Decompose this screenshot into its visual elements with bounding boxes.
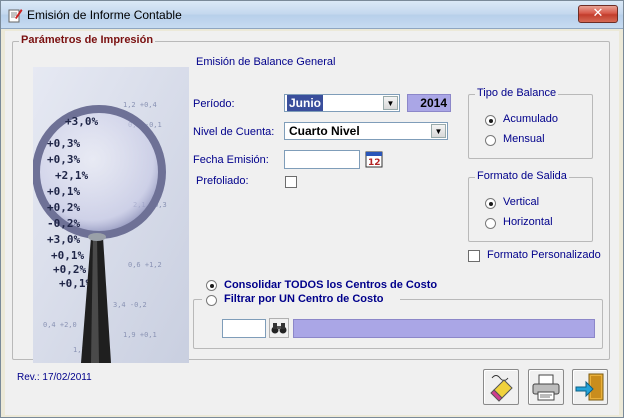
svg-text:+3,0%: +3,0%: [47, 233, 80, 246]
periodo-label: Período:: [193, 98, 235, 110]
svg-text:0,6 +1,2: 0,6 +1,2: [128, 261, 162, 269]
centro-name-display: [293, 319, 595, 338]
svg-text:1,2 +0,4: 1,2 +0,4: [123, 101, 157, 109]
filtrar-radio[interactable]: [206, 295, 217, 306]
svg-text:+0,2%: +0,2%: [47, 201, 80, 214]
nivel-label: Nivel de Cuenta:: [193, 126, 275, 138]
svg-text:3,4 -0,2: 3,4 -0,2: [113, 301, 147, 309]
svg-text:-0,2%: -0,2%: [47, 217, 80, 230]
chevron-down-icon[interactable]: ▼: [383, 96, 398, 110]
params-group: Parámetros de Impresión 1,2 +0,4 +0,3 0,…: [12, 34, 610, 363]
svg-text:12: 12: [368, 158, 381, 168]
svg-text:+3,0%: +3,0%: [65, 115, 98, 128]
mensual-label[interactable]: Mensual: [503, 133, 545, 145]
horizontal-label[interactable]: Horizontal: [503, 216, 553, 228]
title-bar[interactable]: Emisión de Informe Contable ✕: [1, 1, 623, 29]
balance-subtitle: Emisión de Balance General: [196, 56, 336, 68]
prefoliado-checkbox[interactable]: [285, 176, 297, 188]
params-group-title: Parámetros de Impresión: [19, 34, 156, 46]
chevron-down-icon[interactable]: ▼: [431, 124, 446, 138]
binoculars-icon: [271, 323, 287, 334]
svg-text:+0,2%: +0,2%: [53, 263, 86, 276]
close-button[interactable]: ✕: [578, 5, 618, 23]
nivel-select[interactable]: Cuarto Nivel ▼: [284, 122, 448, 140]
exit-button[interactable]: [572, 369, 608, 405]
search-centro-button[interactable]: [269, 318, 289, 338]
formato-salida-group: Formato de Salida Vertical Horizontal: [468, 170, 593, 242]
filtrar-label[interactable]: Filtrar por UN Centro de Costo: [224, 293, 384, 305]
nivel-value: Cuarto Nivel: [289, 124, 360, 138]
svg-text:+0,3%: +0,3%: [47, 153, 80, 166]
vertical-label[interactable]: Vertical: [503, 196, 539, 208]
print-button[interactable]: [528, 369, 564, 405]
magnifier-photo: 1,2 +0,40,8 -0,1 2,1 +0,30,6 +1,2 3,4 -0…: [33, 67, 189, 363]
horizontal-radio[interactable]: [485, 218, 496, 229]
acumulado-label[interactable]: Acumulado: [503, 113, 558, 125]
formato-personalizado-label[interactable]: Formato Personalizado: [487, 249, 601, 261]
centro-code-input[interactable]: [222, 319, 266, 338]
revision-label: Rev.: 17/02/2011: [17, 372, 92, 383]
svg-text:+0,1%: +0,1%: [47, 185, 80, 198]
filtrar-group: Filtrar por UN Centro de Costo: [193, 292, 603, 349]
exit-door-icon: [575, 373, 604, 401]
svg-text:+0,1%: +0,1%: [51, 249, 84, 262]
acumulado-radio[interactable]: [485, 115, 496, 126]
window-title: Emisión de Informe Contable: [27, 8, 182, 22]
consolidar-radio[interactable]: [206, 280, 217, 291]
svg-text:+0,3%: +0,3%: [47, 137, 80, 150]
consolidar-label[interactable]: Consolidar TODOS los Centros de Costo: [224, 279, 437, 291]
tipo-balance-group: Tipo de Balance Acumulado Mensual: [468, 87, 593, 159]
prefoliado-label: Prefoliado:: [196, 175, 249, 187]
formato-salida-title: Formato de Salida: [475, 170, 569, 182]
svg-text:1,9 +0,1: 1,9 +0,1: [123, 331, 157, 339]
svg-text:0,4 +2,0: 0,4 +2,0: [43, 321, 77, 329]
formato-personalizado-checkbox[interactable]: [468, 250, 480, 262]
fecha-input[interactable]: [284, 150, 360, 169]
clear-button[interactable]: [483, 369, 519, 405]
printer-icon: [532, 374, 560, 401]
tipo-balance-title: Tipo de Balance: [475, 87, 559, 99]
periodo-select[interactable]: Junio ▼: [284, 94, 400, 112]
document-edit-icon: [8, 9, 23, 23]
svg-text:+2,1%: +2,1%: [55, 169, 88, 182]
main-window: Emisión de Informe Contable ✕ Parámetros…: [0, 0, 624, 418]
vertical-radio[interactable]: [485, 198, 496, 209]
client-area: Parámetros de Impresión 1,2 +0,4 +0,3 0,…: [5, 31, 619, 415]
calendar-icon[interactable]: 12: [365, 150, 383, 168]
periodo-value: Junio: [287, 95, 323, 111]
eraser-icon: [490, 375, 513, 402]
mensual-radio[interactable]: [485, 135, 496, 146]
periodo-year: 2014: [407, 94, 451, 112]
fecha-label: Fecha Emisión:: [193, 154, 269, 166]
